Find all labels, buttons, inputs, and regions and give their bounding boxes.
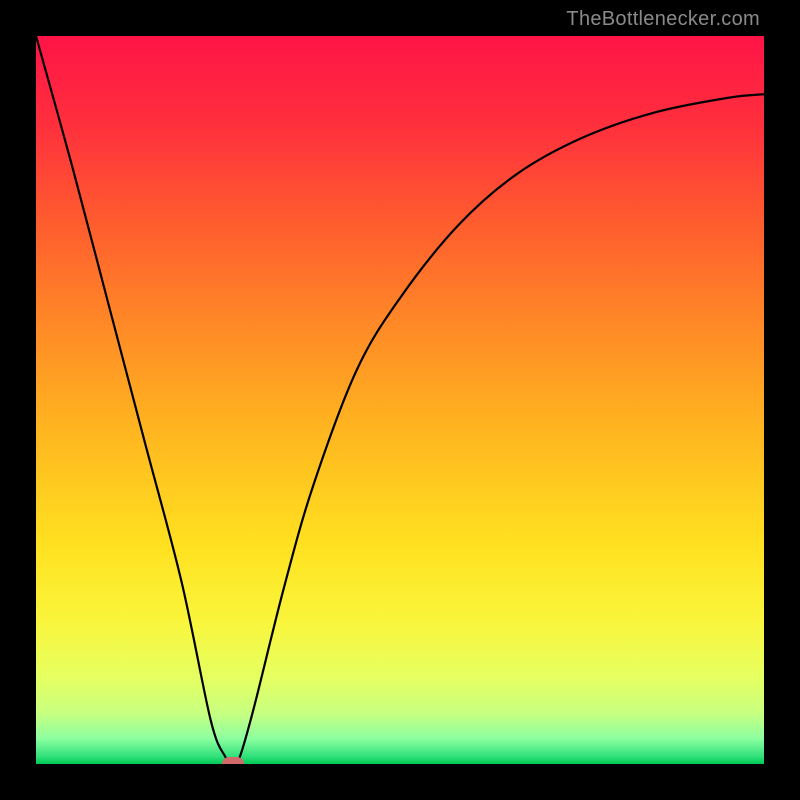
plot-area (36, 36, 764, 764)
bottleneck-curve (36, 36, 764, 764)
chart-frame: TheBottlenecker.com (0, 0, 800, 800)
watermark-text: TheBottlenecker.com (566, 8, 760, 31)
bottleneck-marker (222, 757, 244, 764)
